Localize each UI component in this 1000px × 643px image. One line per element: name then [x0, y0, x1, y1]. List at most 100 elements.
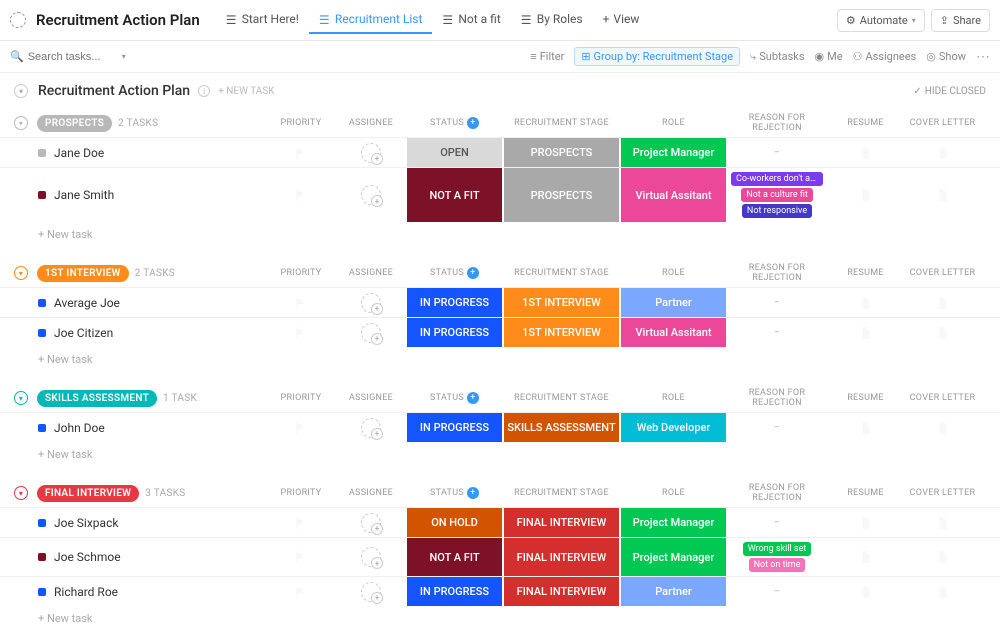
stage-pill[interactable]: SKILLS ASSESSMENT — [37, 390, 157, 407]
stage-cell[interactable]: PROSPECTS — [504, 168, 619, 222]
priority-cell[interactable] — [266, 413, 336, 442]
priority-cell[interactable] — [266, 577, 336, 606]
stage-cell[interactable]: 1ST INTERVIEW — [504, 288, 619, 317]
group-by-button[interactable]: ⊞Group by: Recruitment Stage — [574, 47, 740, 66]
reason-cell[interactable]: Co-workers don't appro... Not a culture f… — [727, 168, 827, 222]
status-cell[interactable]: NOT A FIT — [407, 538, 502, 576]
status-cell[interactable]: IN PROGRESS — [407, 288, 502, 317]
reason-cell[interactable]: – — [727, 138, 827, 167]
new-task-button[interactable]: + New task — [0, 347, 1000, 372]
role-cell[interactable]: Project Manager — [621, 508, 726, 537]
assignee-avatar-empty[interactable] — [361, 185, 381, 205]
more-icon[interactable]: ⋯ — [976, 49, 990, 65]
cover-cell[interactable] — [904, 577, 981, 606]
new-task-button[interactable]: + New task — [0, 606, 1000, 631]
role-cell[interactable]: Web Developer — [621, 413, 726, 442]
show-button[interactable]: ◎Show — [926, 50, 966, 63]
task-row[interactable]: Richard Roe IN PROGRESSFINAL INTERVIEWPar… — [0, 576, 1000, 606]
task-name-cell[interactable]: Richard Roe — [0, 577, 266, 606]
reason-cell[interactable]: – — [727, 508, 827, 537]
view-tab-view[interactable]: + View — [593, 6, 650, 34]
cover-cell[interactable] — [904, 138, 981, 167]
status-cell[interactable]: NOT A FIT — [407, 168, 502, 222]
role-cell[interactable]: Partner — [621, 577, 726, 606]
assignees-button[interactable]: ⚇Assignees — [853, 50, 917, 63]
task-row[interactable]: Jane DoeOPENPROSPECTSProject Manager– — [0, 137, 1000, 167]
priority-cell[interactable] — [266, 288, 336, 317]
filter-button[interactable]: ≡Filter — [530, 50, 564, 63]
me-button[interactable]: ◉Me — [815, 50, 843, 63]
cover-cell[interactable] — [904, 318, 981, 347]
resume-cell[interactable] — [827, 577, 904, 606]
resume-cell[interactable] — [827, 413, 904, 442]
group-caret[interactable]: ▾ — [14, 391, 28, 405]
role-cell[interactable]: Project Manager — [621, 538, 726, 576]
reason-cell[interactable]: Wrong skill setNot on time — [727, 538, 827, 576]
rejection-tag[interactable]: Not a culture fit — [741, 188, 813, 202]
status-cell[interactable]: IN PROGRESS — [407, 577, 502, 606]
reason-cell[interactable]: – — [727, 318, 827, 347]
role-cell[interactable]: Virtual Assitant — [621, 318, 726, 347]
add-column-icon[interactable]: + — [467, 392, 479, 404]
new-task-button[interactable]: + New task — [0, 222, 1000, 247]
stage-pill[interactable]: FINAL INTERVIEW — [37, 485, 139, 502]
cover-cell[interactable] — [904, 288, 981, 317]
priority-cell[interactable] — [266, 508, 336, 537]
role-cell[interactable]: Virtual Assitant — [621, 168, 726, 222]
resume-cell[interactable] — [827, 168, 904, 222]
group-caret[interactable]: ▾ — [14, 266, 28, 280]
stage-cell[interactable]: FINAL INTERVIEW — [504, 508, 619, 537]
task-name-cell[interactable]: John Doe — [0, 413, 266, 442]
subtasks-button[interactable]: ⤷Subtasks — [750, 50, 804, 64]
task-name-cell[interactable]: Jane Doe — [0, 138, 266, 167]
cover-cell[interactable] — [904, 538, 981, 576]
group-caret[interactable]: ▾ — [14, 486, 28, 500]
assignee-avatar-empty[interactable] — [361, 513, 381, 533]
task-name-cell[interactable]: Joe Citizen — [0, 318, 266, 347]
add-column-icon[interactable]: + — [467, 267, 479, 279]
new-task-top[interactable]: + NEW TASK — [218, 86, 274, 97]
search-wrap[interactable]: 🔍 ▾ — [10, 50, 150, 63]
rejection-tag[interactable]: Wrong skill set — [743, 542, 812, 556]
status-cell[interactable]: OPEN — [407, 138, 502, 167]
assignee-avatar-empty[interactable] — [361, 418, 381, 438]
task-name-cell[interactable]: Average Joe — [0, 288, 266, 317]
assignee-avatar-empty[interactable] — [361, 323, 381, 343]
info-icon[interactable]: i — [198, 85, 210, 97]
resume-cell[interactable] — [827, 508, 904, 537]
view-tab-by-roles[interactable]: ☰ By Roles — [511, 6, 593, 34]
status-cell[interactable]: IN PROGRESS — [407, 413, 502, 442]
reason-cell[interactable]: – — [727, 577, 827, 606]
collapse-caret[interactable]: ▾ — [14, 84, 28, 98]
stage-cell[interactable]: SKILLS ASSESSMENT — [504, 413, 619, 442]
add-column-icon[interactable]: + — [467, 117, 479, 129]
rejection-tag[interactable]: Not responsive — [742, 204, 812, 218]
assignee-avatar-empty[interactable] — [361, 143, 381, 163]
stage-pill[interactable]: 1ST INTERVIEW — [37, 265, 129, 282]
priority-cell[interactable] — [266, 318, 336, 347]
view-tab-not-a-fit[interactable]: ☰ Not a fit — [432, 6, 510, 34]
chevron-down-icon[interactable]: ▾ — [122, 52, 126, 61]
priority-cell[interactable] — [266, 168, 336, 222]
resume-cell[interactable] — [827, 538, 904, 576]
group-caret[interactable]: ▾ — [14, 116, 28, 130]
task-row[interactable]: Jane SmithNOT A FITPROSPECTSVirtual Assi… — [0, 167, 1000, 222]
assignee-cell[interactable] — [336, 288, 406, 317]
view-tab-recruitment-list[interactable]: ☰ Recruitment List — [309, 6, 432, 34]
assignee-cell[interactable] — [336, 318, 406, 347]
search-input[interactable] — [28, 51, 118, 63]
reason-cell[interactable]: – — [727, 413, 827, 442]
rejection-tag[interactable]: Co-workers don't appro... — [731, 172, 823, 186]
status-cell[interactable]: IN PROGRESS — [407, 318, 502, 347]
assignee-avatar-empty[interactable] — [361, 293, 381, 313]
role-cell[interactable]: Partner — [621, 288, 726, 317]
reason-cell[interactable]: – — [727, 288, 827, 317]
assignee-cell[interactable] — [336, 138, 406, 167]
resume-cell[interactable] — [827, 288, 904, 317]
assignee-cell[interactable] — [336, 577, 406, 606]
stage-cell[interactable]: FINAL INTERVIEW — [504, 577, 619, 606]
task-row[interactable]: Average Joe IN PROGRESS1ST INTERVIEWPartn… — [0, 287, 1000, 317]
assignee-cell[interactable] — [336, 538, 406, 576]
cover-cell[interactable] — [904, 413, 981, 442]
cover-cell[interactable] — [904, 508, 981, 537]
